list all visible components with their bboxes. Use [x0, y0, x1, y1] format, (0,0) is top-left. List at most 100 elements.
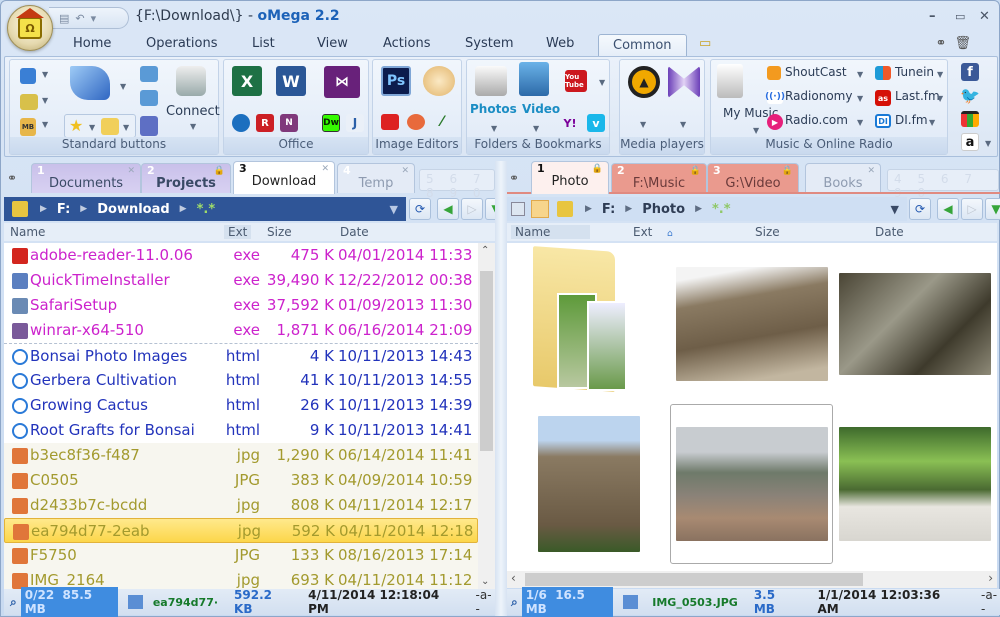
skype-icon[interactable]	[232, 114, 250, 132]
file-row[interactable]: Root Grafts for Bonsai html 9 K 10/11/2013 …	[4, 418, 478, 443]
dropdown-arrow-icon[interactable]: ▼	[123, 123, 129, 132]
tab-home[interactable]: Home	[73, 36, 111, 51]
thumbnail-stone-ruin[interactable]	[676, 267, 828, 381]
facebook-icon[interactable]: f	[961, 63, 979, 81]
search-icon[interactable]: ⌕	[511, 595, 518, 610]
pin-down-icon[interactable]	[140, 90, 158, 106]
word-icon[interactable]: W	[276, 66, 306, 96]
panels-icon[interactable]	[20, 68, 36, 84]
file-row[interactable]: winrar-x64-510 exe 1,871 K 06/16/2014 21:09	[4, 318, 478, 343]
pin-up-icon[interactable]	[140, 66, 158, 82]
column-name[interactable]: Name	[10, 225, 45, 239]
tab-video[interactable]: 3 G:\Video 🔒	[707, 163, 799, 193]
recycle-bin-icon[interactable]: 🗑	[954, 36, 971, 51]
tab-common[interactable]: Common	[598, 34, 687, 58]
file-row[interactable]: ea794d77-2eab jpg 592 K 04/11/2014 12:18	[4, 518, 478, 543]
dropdown-arrow-icon[interactable]: ▼	[857, 70, 863, 79]
file-row[interactable]: d2433b7c-bcdd jpg 808 K 04/11/2014 12:17	[4, 493, 478, 518]
youtube-icon[interactable]: You Tube	[565, 70, 587, 92]
selection-count[interactable]: 1/6 16.5 MB	[521, 587, 613, 617]
foxit-icon[interactable]: R	[256, 114, 274, 132]
file-row[interactable]: adobe-reader-11.0.06 exe 475 K 04/01/2014 1…	[4, 243, 478, 268]
quick-tab-numbers[interactable]: 5 6 7 8 9 0	[419, 169, 495, 200]
aimp-icon[interactable]: ▲	[628, 66, 660, 98]
left-address-bar[interactable]: ▶ F: ▶ Download ▶ *.* ▼	[4, 197, 406, 221]
brush-icon[interactable]: ⁄	[433, 114, 451, 130]
forward-icon[interactable]: ▷	[461, 198, 483, 220]
thumbnail-view-icon[interactable]	[511, 202, 525, 216]
column-ext[interactable]: Ext	[224, 225, 252, 239]
dropdown-arrow-icon[interactable]: ▼	[120, 82, 126, 91]
refresh-icon[interactable]: ⟳	[409, 198, 431, 220]
dropdown-arrow-icon[interactable]: ▼	[937, 94, 943, 103]
filter-mask[interactable]: *.*	[197, 202, 216, 217]
tab-actions[interactable]: Actions	[383, 36, 431, 51]
save-icon[interactable]	[140, 116, 158, 136]
shoutcast-button[interactable]: ShoutCast	[785, 65, 847, 79]
tab-download[interactable]: 3 Download ✕	[233, 161, 335, 194]
twitter-icon[interactable]: 🐦	[960, 86, 980, 105]
quick-tab-numbers[interactable]: 4 5 6 7 9 0	[887, 169, 999, 200]
store-icon[interactable]	[961, 111, 979, 127]
connect-drive-icon[interactable]	[176, 66, 206, 96]
refresh-icon[interactable]: ⟳	[909, 198, 931, 220]
app-menu-button[interactable]: Ω	[7, 5, 53, 51]
back-icon[interactable]: ◀	[937, 198, 959, 220]
dropdown-arrow-icon[interactable]: ▼	[640, 120, 646, 129]
dropdown-arrow-icon[interactable]: ▼	[857, 94, 863, 103]
excel-icon[interactable]: X	[232, 66, 262, 96]
video-bookmark[interactable]: Video	[522, 102, 560, 116]
breadcrumb-drive[interactable]: F:	[602, 202, 615, 217]
disk-usage-icon[interactable]: MB	[20, 118, 36, 136]
undo-icon[interactable]: ↶	[75, 12, 84, 25]
column-size[interactable]: Size	[755, 225, 780, 239]
history-dropdown-icon[interactable]: ▼	[891, 203, 899, 216]
pin-flag-icon[interactable]	[70, 66, 110, 100]
music-folder-icon[interactable]	[717, 64, 743, 98]
tab-books[interactable]: Books ✕	[805, 163, 881, 193]
close-button[interactable]: ✕	[979, 9, 990, 24]
close-tab-icon[interactable]: ✕	[401, 166, 409, 176]
breadcrumb-drive[interactable]: F:	[57, 202, 70, 217]
details-view-icon[interactable]	[531, 200, 549, 218]
search-icon[interactable]: ⌕	[10, 595, 17, 610]
tab-system[interactable]: System	[465, 36, 513, 51]
file-list[interactable]: adobe-reader-11.0.06 exe 475 K 04/01/2014 1…	[4, 243, 478, 589]
paint-palette-icon[interactable]	[423, 66, 455, 96]
file-row[interactable]: Bonsai Photo Images html 4 K 10/11/2013 14:…	[4, 343, 478, 368]
dropdown-arrow-icon[interactable]: ▼	[42, 96, 48, 105]
layout-icon[interactable]: ▤	[59, 12, 69, 25]
edit-path-icon[interactable]	[12, 201, 28, 217]
breadcrumb-folder[interactable]: Download	[97, 202, 169, 217]
horizontal-scrollbar[interactable]: ‹ ›	[507, 571, 997, 588]
column-ext[interactable]: Ext	[633, 225, 652, 239]
scroll-down-icon[interactable]: ⌄	[481, 576, 489, 587]
nav-dropdown-icon[interactable]: ▼	[985, 198, 1000, 220]
panel-splitter[interactable]	[495, 161, 507, 616]
file-row[interactable]: QuickTimeInstaller exe 39,490 K 12/22/2012 …	[4, 268, 478, 293]
file-row[interactable]: Growing Cactus html 26 K 10/11/2013 14:39	[4, 393, 478, 418]
close-tab-icon[interactable]: ✕	[127, 166, 135, 176]
file-row[interactable]: SafariSetup exe 37,592 K 01/09/2013 11:30	[4, 293, 478, 318]
visual-studio-icon[interactable]: ⋈	[324, 66, 360, 98]
breadcrumb-folder[interactable]: Photo	[642, 202, 685, 217]
close-tab-icon[interactable]: ✕	[321, 164, 329, 174]
radio-com-button[interactable]: Radio.com	[785, 113, 848, 127]
tunein-button[interactable]: Tunein	[895, 65, 934, 79]
dropdown-arrow-icon[interactable]: ▼	[599, 78, 605, 87]
file-row[interactable]: F5750 JPG 133 K 08/16/2013 17:14	[4, 543, 478, 568]
dropdown-arrow-icon[interactable]: ▼	[190, 122, 196, 131]
folder-favorites-icon[interactable]	[101, 118, 119, 135]
tab-view[interactable]: View	[317, 36, 348, 51]
scroll-left-icon[interactable]: ‹	[511, 571, 516, 585]
filter-mask[interactable]: *.*	[712, 202, 731, 217]
yahoo-icon[interactable]: Y!	[561, 116, 579, 130]
tab-list[interactable]: List	[252, 36, 275, 51]
tab-temp[interactable]: 4 Temp ✕	[337, 163, 415, 193]
history-dropdown-icon[interactable]: ▼	[390, 203, 398, 216]
edit-path-icon[interactable]	[557, 201, 573, 217]
photos-bookmark[interactable]: Photos	[470, 102, 517, 116]
maximize-button[interactable]: ▭	[955, 10, 965, 23]
tab-documents[interactable]: 1 Documents ✕	[31, 163, 141, 193]
dropdown-arrow-icon[interactable]: ▼	[533, 124, 539, 133]
